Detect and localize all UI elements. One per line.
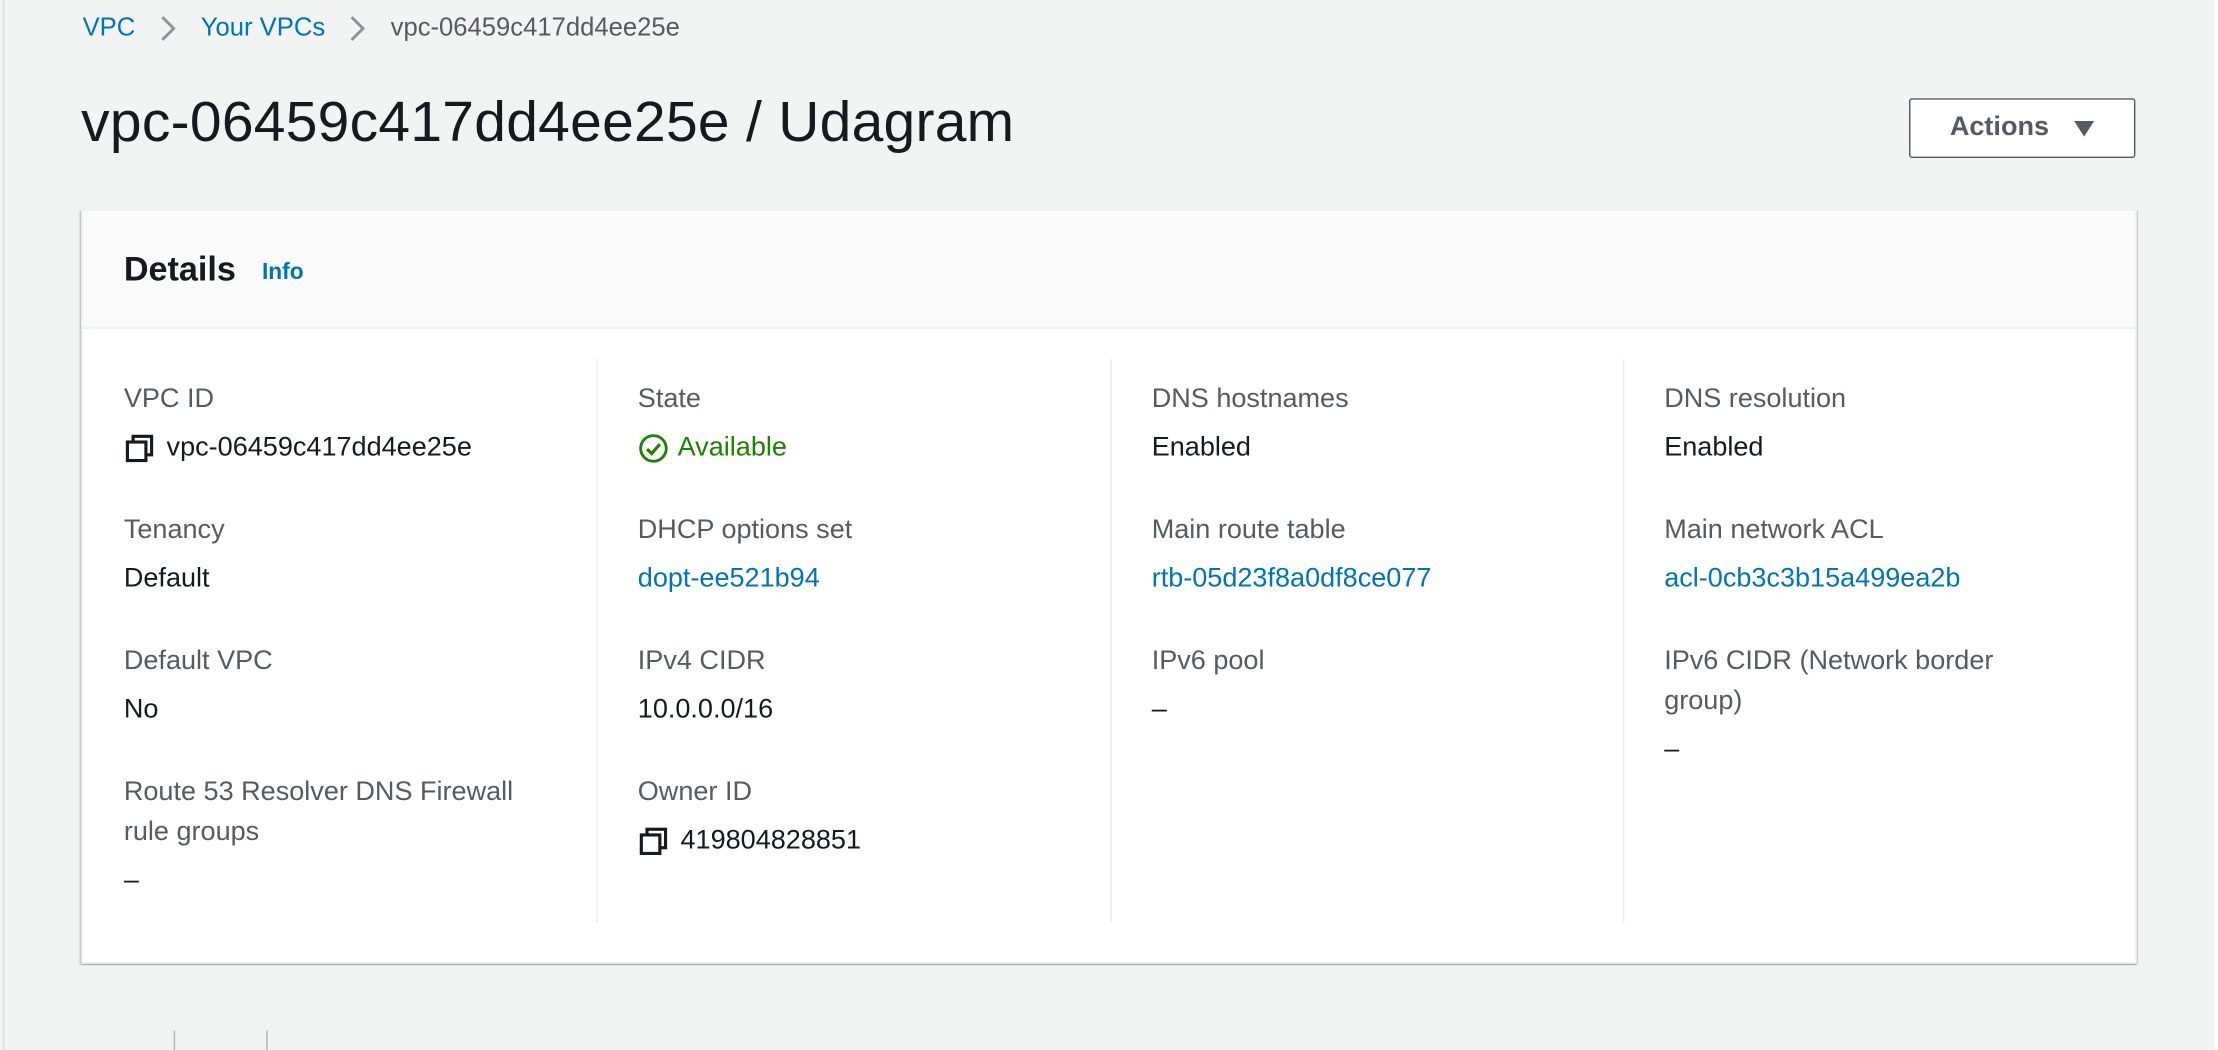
field-label: Tenancy xyxy=(123,515,225,546)
copy-icon[interactable] xyxy=(124,433,155,464)
field-tenancy: Tenancy Default xyxy=(124,511,580,599)
breadcrumb-current: vpc-06459c417dd4ee25e xyxy=(390,12,680,41)
chevron-right-icon xyxy=(147,11,190,42)
field-ipv6-pool: IPv6 pool – xyxy=(1152,642,1608,730)
info-link[interactable]: Info xyxy=(262,261,304,287)
field-vpc-id: VPC ID vpc-06459c417dd4ee25e xyxy=(124,380,580,468)
caret-down-icon xyxy=(2074,121,2095,137)
vpc-detail-page: VPC Your VPCs vpc-06459c417dd4ee25e vpc-… xyxy=(0,0,2218,1050)
field-dhcp-options: DHCP options set dopt-ee521b94 xyxy=(638,511,1094,599)
field-label: IPv6 pool xyxy=(1151,646,1265,677)
field-label: Route 53 Resolver DNS Firewall rule grou… xyxy=(123,777,514,848)
field-ipv4-cidr: IPv4 CIDR 10.0.0.0/16 xyxy=(638,642,1094,730)
breadcrumb: VPC Your VPCs vpc-06459c417dd4ee25e xyxy=(83,11,680,42)
vpc-id-value: vpc-06459c417dd4ee25e xyxy=(166,432,472,463)
column-divider xyxy=(596,358,598,923)
field-dns-hostnames: DNS hostnames Enabled xyxy=(1152,380,1608,468)
field-label: Default VPC xyxy=(123,646,273,677)
field-owner-id: Owner ID 419804828851 xyxy=(638,773,1094,861)
ipv6-pool-value: – xyxy=(1151,694,1167,725)
dhcp-options-link[interactable]: dopt-ee521b94 xyxy=(638,559,1094,599)
tab-strip xyxy=(83,1028,359,1050)
ipv4-cidr-value: 10.0.0.0/16 xyxy=(637,694,774,725)
field-value-row: 419804828851 xyxy=(638,821,1094,861)
details-panel: Details Info VPC ID vpc-06459c417dd4ee25… xyxy=(81,209,2137,964)
field-label: DNS resolution xyxy=(1664,384,1847,415)
field-label: DNS hostnames xyxy=(1151,384,1349,415)
field-label: Owner ID xyxy=(637,777,753,808)
field-label: IPv4 CIDR xyxy=(637,646,766,677)
default-vpc-value: No xyxy=(123,694,159,725)
field-dns-firewall: Route 53 Resolver DNS Firewall rule grou… xyxy=(124,773,551,901)
field-value-row: Available xyxy=(638,429,1094,469)
actions-button-label: Actions xyxy=(1949,112,2050,143)
actions-button[interactable]: Actions xyxy=(1909,98,2136,159)
field-dns-resolution: DNS resolution Enabled xyxy=(1664,380,2120,468)
tab-tags[interactable] xyxy=(268,1028,359,1050)
copy-icon[interactable] xyxy=(638,826,669,857)
chevron-right-icon xyxy=(337,11,380,42)
dns-resolution-value: Enabled xyxy=(1664,432,1764,463)
column-divider xyxy=(1110,358,1112,923)
field-label: VPC ID xyxy=(123,384,215,415)
field-label: IPv6 CIDR (Network border group) xyxy=(1664,646,1994,717)
tab-flow-logs[interactable] xyxy=(175,1028,266,1050)
check-circle-icon xyxy=(638,433,669,464)
field-label: Main route table xyxy=(1151,515,1346,546)
details-title: Details xyxy=(123,250,236,289)
field-ipv6-cidr: IPv6 CIDR (Network border group) – xyxy=(1664,642,2034,770)
field-main-route-table: Main route table rtb-05d23f8a0df8ce077 xyxy=(1152,511,1608,599)
field-default-vpc: Default VPC No xyxy=(124,642,580,730)
dns-firewall-value: – xyxy=(123,865,139,896)
field-label: DHCP options set xyxy=(637,515,853,546)
main-network-acl-link[interactable]: acl-0cb3c3b15a499ea2b xyxy=(1664,559,2120,599)
breadcrumb-your-vpcs-link[interactable]: Your VPCs xyxy=(201,12,325,42)
left-edge-divider xyxy=(2,0,5,1050)
main-route-table-link[interactable]: rtb-05d23f8a0df8ce077 xyxy=(1152,559,1608,599)
column-divider xyxy=(1622,358,1625,923)
field-value-row: vpc-06459c417dd4ee25e xyxy=(124,429,580,469)
ipv6-cidr-value: – xyxy=(1664,734,1680,765)
owner-id-value: 419804828851 xyxy=(680,825,862,856)
tenancy-value: Default xyxy=(123,563,210,594)
tab-cidrs[interactable] xyxy=(83,1028,174,1050)
page-title: vpc-06459c417dd4ee25e / Udagram xyxy=(81,91,1015,154)
dns-hostnames-value: Enabled xyxy=(1151,432,1251,463)
details-panel-header: Details Info xyxy=(82,210,2136,329)
field-state: State Available xyxy=(638,380,1094,468)
breadcrumb-vpc-link[interactable]: VPC xyxy=(83,12,136,42)
field-label: Main network ACL xyxy=(1664,515,1884,546)
field-label: State xyxy=(637,384,701,415)
field-main-network-acl: Main network ACL acl-0cb3c3b15a499ea2b xyxy=(1664,511,2120,599)
state-value: Available xyxy=(677,432,787,463)
